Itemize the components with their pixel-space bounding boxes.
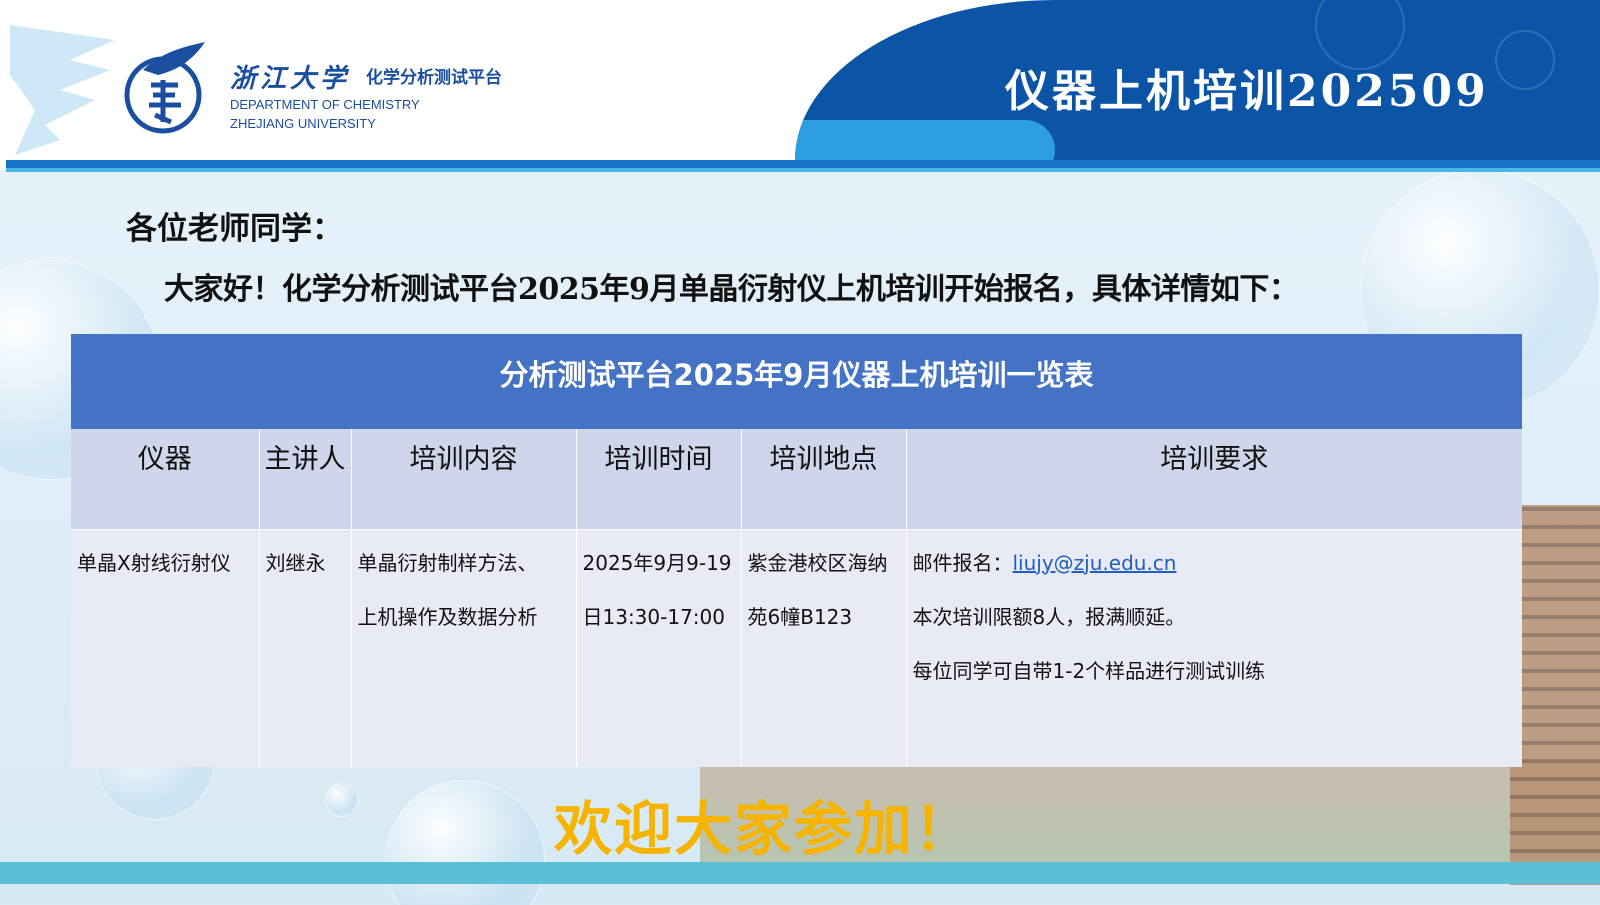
cell-location: 紫金港校区海纳 苑6幢B123 bbox=[741, 528, 907, 767]
header-accent bbox=[795, 120, 1055, 160]
requirement-line: 本次培训限额8人，报满顺延。 bbox=[912, 604, 1186, 629]
email-link[interactable]: liujy@zju.edu.cn bbox=[1013, 551, 1177, 575]
platform-name: 化学分析测试平台 bbox=[366, 68, 502, 88]
background-bubble bbox=[385, 780, 545, 905]
table-caption-row: 分析测试平台2025年9月仪器上机培训一览表 bbox=[71, 334, 1522, 429]
header-time: 培训时间 bbox=[576, 429, 742, 529]
content-line: 上机操作及数据分析 bbox=[357, 604, 538, 629]
training-table: 分析测试平台2025年9月仪器上机培训一览表 仪器 主讲人 培训内容 培训时间 … bbox=[71, 334, 1522, 767]
time-line: 日13:30-17:00 bbox=[582, 604, 726, 629]
table-row: 单晶X射线衍射仪 刘继永 单晶衍射制样方法、 上机操作及数据分析 2025年9月… bbox=[71, 528, 1522, 767]
intro-text: 大家好！化学分析测试平台2025年9月单晶衍射仪上机培训开始报名，具体详情如下： bbox=[164, 272, 1299, 307]
email-label: 邮件报名： bbox=[912, 550, 1013, 575]
content-line: 单晶衍射制样方法、 bbox=[357, 550, 538, 575]
welcome-text: 欢迎大家参加！ bbox=[554, 795, 975, 863]
cell-content: 单晶衍射制样方法、 上机操作及数据分析 bbox=[351, 528, 577, 767]
email-line: 邮件报名：liujy@zju.edu.cn bbox=[913, 536, 1517, 590]
header-content: 培训内容 bbox=[351, 429, 577, 529]
department-line1: DEPARTMENT OF CHEMISTRY bbox=[230, 97, 420, 112]
location-line: 苑6幢B123 bbox=[747, 604, 853, 629]
header-divider-light bbox=[6, 168, 1600, 172]
header-requirements: 培训要求 bbox=[906, 429, 1522, 529]
background-bubble bbox=[325, 783, 359, 817]
building-photo bbox=[1510, 505, 1600, 885]
header-instrument: 仪器 bbox=[71, 429, 260, 529]
university-name: 浙江大学 bbox=[230, 64, 351, 94]
table-header-row: 仪器 主讲人 培训内容 培训时间 培训地点 培训要求 bbox=[71, 429, 1522, 529]
requirement-line: 每位同学可自带1-2个样品进行测试训练 bbox=[912, 658, 1266, 683]
zju-logo bbox=[124, 42, 205, 134]
header-banner: 浙江大学 化学分析测试平台 DEPARTMENT OF CHEMISTRY ZH… bbox=[0, 0, 1600, 170]
lecturer-text: 刘继永 bbox=[265, 550, 326, 575]
header-location: 培训地点 bbox=[741, 429, 907, 529]
bottom-bar bbox=[0, 862, 1600, 884]
table-caption: 分析测试平台2025年9月仪器上机培训一览表 bbox=[71, 334, 1522, 429]
header-lecturer: 主讲人 bbox=[259, 429, 352, 529]
cell-instrument: 单晶X射线衍射仪 bbox=[71, 528, 260, 767]
page-title: 仪器上机培训202509 bbox=[1005, 66, 1489, 117]
location-line: 紫金港校区海纳 bbox=[747, 550, 888, 575]
instrument-text: 单晶X射线衍射仪 bbox=[77, 550, 231, 575]
department-line2: ZHEJIANG UNIVERSITY bbox=[230, 116, 376, 131]
cell-lecturer: 刘继永 bbox=[259, 528, 352, 767]
time-line: 2025年9月9-19 bbox=[582, 550, 732, 575]
wing-icon bbox=[10, 25, 115, 155]
salutation: 各位老师同学： bbox=[126, 211, 343, 247]
cell-time: 2025年9月9-19 日13:30-17:00 bbox=[576, 528, 742, 767]
header-divider bbox=[6, 160, 1600, 168]
cell-requirements: 邮件报名：liujy@zju.edu.cn 本次培训限额8人，报满顺延。 每位同… bbox=[906, 528, 1522, 767]
